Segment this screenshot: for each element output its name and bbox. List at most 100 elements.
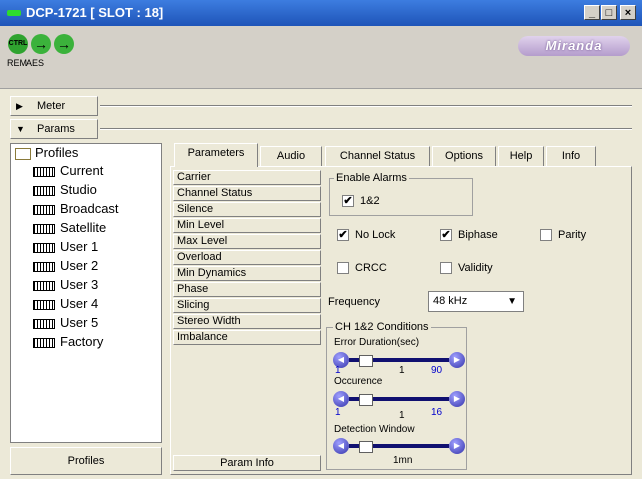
meter-label: Meter xyxy=(37,100,66,112)
profile-label: Current xyxy=(60,163,104,178)
slider-thumb[interactable] xyxy=(359,394,373,406)
profile-label: User 4 xyxy=(60,296,99,311)
param-item-max-level[interactable]: Max Level xyxy=(173,234,321,249)
profiles-root-label: Profiles xyxy=(35,145,79,160)
tab-audio[interactable]: Audio xyxy=(260,146,322,166)
folder-icon xyxy=(15,147,31,160)
params-label: Params xyxy=(37,123,75,135)
profile-icon xyxy=(33,261,55,272)
profile-icon xyxy=(33,242,55,253)
parity-checkbox[interactable]: Parity xyxy=(540,229,586,241)
profile-icon xyxy=(33,318,55,329)
profile-item-satellite[interactable]: Satellite xyxy=(33,220,106,235)
maximize-button[interactable]: □ xyxy=(601,5,617,20)
params-toggle[interactable]: ▼ Params xyxy=(10,119,98,139)
profile-item-user2[interactable]: User 2 xyxy=(33,258,98,273)
error-duration-max: 90 xyxy=(431,365,443,376)
tab-help[interactable]: Help xyxy=(498,146,544,166)
aes-label: AES xyxy=(26,58,45,68)
param-item-min-level[interactable]: Min Level xyxy=(173,218,321,233)
occurence-slider[interactable]: ◀ ▶ xyxy=(333,391,465,407)
profile-item-user3[interactable]: User 3 xyxy=(33,277,98,292)
alarm-1-2-label: 1&2 xyxy=(360,195,380,207)
profiles-root[interactable]: Profiles xyxy=(15,145,78,160)
profile-label: Satellite xyxy=(60,220,107,235)
validity-checkbox[interactable]: Validity xyxy=(440,262,493,274)
minimize-button[interactable]: _ xyxy=(584,5,600,20)
increment-icon[interactable]: ▶ xyxy=(449,352,465,368)
checkmark-icon: ✔ xyxy=(342,195,354,207)
profile-item-user5[interactable]: User 5 xyxy=(33,315,98,330)
title-bar: DCP-1721 [ SLOT : 18] _ □ × xyxy=(0,0,642,26)
profile-icon xyxy=(33,223,55,234)
biphase-checkbox[interactable]: ✔ Biphase xyxy=(440,229,498,241)
enable-alarms-legend: Enable Alarms xyxy=(334,172,409,184)
empty-checkbox-icon xyxy=(540,229,552,241)
param-item-phase[interactable]: Phase xyxy=(173,282,321,297)
param-item-carrier[interactable]: Carrier xyxy=(173,170,321,185)
enable-alarms-group: Enable Alarms ✔ 1&2 xyxy=(329,172,473,216)
window-title: DCP-1721 [ SLOT : 18] xyxy=(26,5,164,20)
increment-icon[interactable]: ▶ xyxy=(449,438,465,454)
param-item-slicing[interactable]: Slicing xyxy=(173,298,321,313)
rem-arrow-icon[interactable]: → xyxy=(31,34,51,54)
error-duration-min: 1 xyxy=(335,365,341,376)
tab-info[interactable]: Info xyxy=(546,146,596,166)
alarm-1-2-checkbox[interactable]: ✔ 1&2 xyxy=(342,195,380,207)
empty-checkbox-icon xyxy=(440,262,452,274)
profile-label: User 3 xyxy=(60,277,99,292)
param-item-channel-status[interactable]: Channel Status xyxy=(173,186,321,201)
param-info-button[interactable]: Param Info xyxy=(173,455,321,471)
tab-channel-status[interactable]: Channel Status xyxy=(325,146,430,166)
occurence-max: 16 xyxy=(431,407,443,418)
frequency-label: Frequency xyxy=(328,296,380,308)
aes-arrow-icon[interactable]: → xyxy=(54,34,74,54)
collapse-arrow-icon: ▼ xyxy=(16,124,25,134)
biphase-label: Biphase xyxy=(458,229,498,241)
profiles-button[interactable]: Profiles xyxy=(10,447,162,475)
occurence-label: Occurence xyxy=(334,376,383,387)
profile-label: Broadcast xyxy=(60,201,119,216)
param-item-min-dynamics[interactable]: Min Dynamics xyxy=(173,266,321,281)
profiles-tree: Profiles Current Studio Broadcast Satell… xyxy=(10,143,162,443)
close-button[interactable]: × xyxy=(620,5,636,20)
profile-item-factory[interactable]: Factory xyxy=(33,334,103,349)
profile-item-user1[interactable]: User 1 xyxy=(33,239,98,254)
profile-item-studio[interactable]: Studio xyxy=(33,182,97,197)
tab-parameters[interactable]: Parameters xyxy=(174,143,258,167)
expand-arrow-icon: ▶ xyxy=(16,101,23,111)
param-item-imbalance[interactable]: Imbalance xyxy=(173,330,321,345)
slider-thumb[interactable] xyxy=(359,441,373,453)
profile-icon xyxy=(33,185,55,196)
profile-item-broadcast[interactable]: Broadcast xyxy=(33,201,119,216)
no-lock-label: No Lock xyxy=(355,229,396,241)
profile-icon xyxy=(33,204,55,215)
decrement-icon[interactable]: ◀ xyxy=(333,391,349,407)
error-duration-label: Error Duration(sec) xyxy=(334,337,420,348)
slider-track xyxy=(349,394,449,406)
detection-window-slider[interactable]: ◀ ▶ xyxy=(333,438,465,454)
decrement-icon[interactable]: ◀ xyxy=(333,438,349,454)
checkmark-icon: ✔ xyxy=(337,229,349,241)
frequency-select[interactable]: 48 kHz ▼ xyxy=(428,291,524,312)
profile-item-current[interactable]: Current xyxy=(33,163,104,178)
meter-toggle[interactable]: ▶ Meter xyxy=(10,96,98,116)
tab-options[interactable]: Options xyxy=(432,146,496,166)
increment-icon[interactable]: ▶ xyxy=(449,391,465,407)
crcc-checkbox[interactable]: CRCC xyxy=(337,262,387,274)
crcc-label: CRCC xyxy=(355,262,387,274)
profile-icon xyxy=(33,299,55,310)
no-lock-checkbox[interactable]: ✔ No Lock xyxy=(337,229,395,241)
slider-thumb[interactable] xyxy=(359,355,373,367)
checkmark-icon: ✔ xyxy=(440,229,452,241)
parity-label: Parity xyxy=(558,229,587,241)
ctrl-icon[interactable]: CTRL xyxy=(8,34,28,54)
conditions-legend: CH 1&2 Conditions xyxy=(333,321,431,333)
param-item-stereo-width[interactable]: Stereo Width xyxy=(173,314,321,329)
status-led-icon xyxy=(7,10,21,16)
app-window: DCP-1721 [ SLOT : 18] _ □ × CTRL → → REM… xyxy=(0,0,642,479)
profile-item-user4[interactable]: User 4 xyxy=(33,296,98,311)
param-item-silence[interactable]: Silence xyxy=(173,202,321,217)
profile-label: User 2 xyxy=(60,258,99,273)
param-item-overload[interactable]: Overload xyxy=(173,250,321,265)
